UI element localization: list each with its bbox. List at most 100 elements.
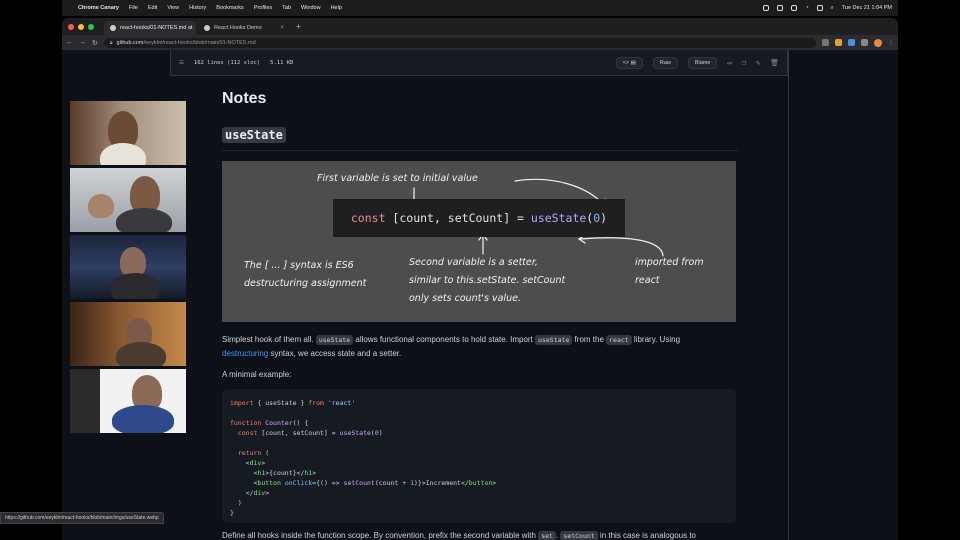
diagram-note-syntax: The [ ... ] syntax is ES6 destructuring … [244, 257, 366, 293]
code-block[interactable]: import { useState } from 'react' functio… [222, 389, 736, 523]
search-icon[interactable]: ⌕ [831, 5, 834, 12]
paragraph-intro: Simplest hook of them all. useState allo… [222, 333, 738, 360]
github-icon [110, 25, 116, 31]
menubar-item-help[interactable]: Help [331, 5, 342, 11]
tray-icon[interactable] [777, 5, 784, 11]
puzzle-icon[interactable] [861, 39, 868, 46]
close-window-button[interactable] [68, 23, 74, 30]
minimize-window-button[interactable] [78, 23, 84, 30]
menubar-item-edit[interactable]: Edit [148, 5, 157, 11]
usestate-heading-row: useState [222, 126, 738, 144]
heading-divider [222, 150, 738, 151]
paragraph-text: library. Using [631, 335, 681, 344]
markdown-article: Notes useState const [count, setCount] =… [222, 90, 738, 540]
code-token: 0 [593, 211, 601, 225]
menubar-item-view[interactable]: View [167, 5, 179, 11]
paragraph-minimal-example: A minimal example: [222, 370, 292, 379]
tab-github-notes[interactable]: react-hooks/01-NOTES.md at × [104, 21, 196, 35]
display-icon[interactable]: ▭ [727, 59, 731, 67]
note-line: only sets count's value. [409, 293, 521, 304]
profile-avatar[interactable] [874, 38, 882, 47]
code-line: <button onClick={() => setCount(count + … [230, 479, 497, 487]
code-line: <h1>{count}</h1> [230, 469, 317, 477]
right-gutter [788, 50, 898, 540]
url-path: /eeyklm/react-hooks/blob/main/01-NOTES.m… [143, 39, 256, 46]
menubar-item-history[interactable]: History [189, 5, 206, 11]
blame-button[interactable]: Blame [687, 56, 718, 69]
code-line: return ( [237, 449, 270, 457]
status-bar-url: https://github.com/eeyklm/react-hooks/bl… [0, 512, 164, 524]
usestate-diagram-image: const [count, setCount] = useState(0) Fi… [222, 161, 736, 322]
menubar-app-name[interactable]: Chrome Canary [78, 5, 119, 11]
menubar-clock[interactable]: Tue Dec 21 1:04 PM [842, 5, 892, 11]
file-header: ☰ 162 lines (112 sloc) 5.11 KB <> ▤ Raw … [170, 50, 788, 76]
note-line: react [635, 275, 660, 286]
code-line: </div> [230, 489, 270, 497]
url-host: github.com [116, 39, 144, 46]
code-line: import { useState } from 'react' [230, 399, 356, 407]
inline-code: setCount [560, 531, 598, 540]
video-thumbnail-3 [70, 235, 186, 299]
lock-icon[interactable]: 🔒︎ [110, 40, 113, 46]
extension-icon[interactable] [848, 39, 855, 46]
menubar-item-tab[interactable]: Tab [282, 5, 291, 11]
code-token: ( [586, 211, 594, 225]
menubar-item-profiles[interactable]: Profiles [254, 5, 272, 11]
note-line: The [ ... ] syntax is ES6 [244, 260, 354, 271]
tab-react-hooks-demo[interactable]: React Hooks Demo × [198, 21, 290, 35]
code-line: } [230, 509, 234, 517]
battery-icon[interactable] [816, 5, 823, 11]
globe-icon [204, 25, 210, 31]
menu-icon[interactable]: ⋮ [888, 39, 894, 46]
menubar-item-file[interactable]: File [129, 5, 138, 11]
diagram-note-imported: imported from react [635, 254, 704, 290]
tray-icon[interactable] [763, 5, 770, 11]
inline-code: set [538, 531, 556, 540]
tray-icon[interactable] [791, 5, 798, 11]
reload-icon[interactable]: ↻ [92, 39, 98, 47]
paragraph-text: in this case is analogous to [597, 531, 696, 540]
copy-icon[interactable]: ❐ [742, 59, 746, 67]
extension-icon[interactable] [835, 39, 842, 46]
new-tab-button[interactable]: + [296, 22, 301, 31]
destructuring-link[interactable]: destructuring [222, 349, 268, 358]
menubar-item-window[interactable]: Window [301, 5, 321, 11]
inline-code: useState [315, 335, 354, 345]
zoom-window-button[interactable] [88, 23, 94, 30]
menubar-item-bookmarks[interactable]: Bookmarks [216, 5, 244, 11]
list-icon[interactable]: ☰ [179, 60, 184, 66]
code-view-toggle[interactable]: <> ▤ [615, 56, 643, 69]
page-title: Notes [222, 90, 267, 107]
paragraph-text: syntax, we access state and a setter. [268, 349, 402, 358]
code-token: useState [530, 211, 587, 225]
code-line: <div> [230, 459, 266, 467]
paragraph-text: Define all hooks inside the function sco… [222, 531, 539, 540]
video-thumbnail-5 [70, 369, 186, 433]
wifi-icon[interactable]: ◔ [805, 5, 808, 11]
code-line: function Counter() { [230, 419, 309, 427]
address-bar[interactable]: 🔒︎ github.com/eeyklm/react-hooks/blob/ma… [103, 37, 816, 48]
paragraph-define-hooks: Define all hooks inside the function sco… [222, 531, 738, 540]
back-icon[interactable]: ← [66, 39, 73, 46]
browser-window: react-hooks/01-NOTES.md at × React Hooks… [62, 18, 898, 540]
inline-code: react [606, 335, 632, 345]
window-controls [68, 23, 94, 30]
edit-icon[interactable]: ✎ [756, 59, 760, 67]
file-size: 5.11 KB [270, 59, 294, 66]
forward-icon[interactable]: → [79, 39, 86, 46]
browser-toolbar: ← → ↻ 🔒︎ github.com/eeyklm/react-hooks/b… [62, 35, 898, 50]
note-line: destructuring assignment [244, 278, 367, 289]
paragraph-text: allows functional components to hold sta… [353, 335, 536, 344]
line-info: 162 lines (112 sloc) [193, 59, 261, 66]
tab-label: React Hooks Demo [214, 25, 262, 31]
extension-icon[interactable] [822, 39, 829, 46]
close-icon[interactable]: × [280, 25, 284, 31]
delete-icon[interactable]: 🗑︎ [770, 59, 779, 67]
code-token: const [350, 211, 386, 225]
diagram-note-first: First variable is set to initial value [317, 173, 478, 184]
inline-code: useState [535, 335, 573, 345]
note-line: imported from [635, 257, 704, 268]
raw-button[interactable]: Raw [652, 56, 678, 69]
